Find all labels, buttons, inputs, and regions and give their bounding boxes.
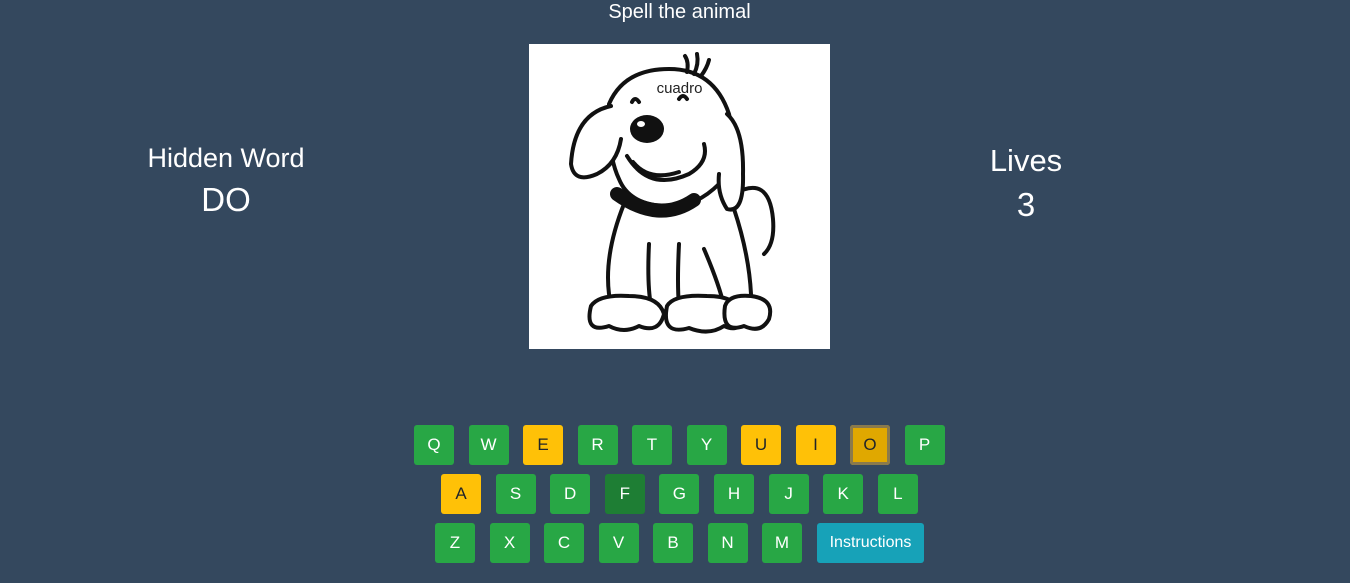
key-i[interactable]: I <box>795 425 836 465</box>
lives-label: Lives <box>989 143 1063 178</box>
key-r[interactable]: R <box>577 425 618 465</box>
lives-panel: Lives 3 <box>926 143 1126 225</box>
key-c[interactable]: C <box>544 523 584 563</box>
key-t[interactable]: T <box>632 425 672 465</box>
key-o[interactable]: O <box>850 425 890 465</box>
key-z[interactable]: Z <box>435 523 475 563</box>
key-n[interactable]: N <box>707 523 748 563</box>
key-l[interactable]: L <box>877 474 918 514</box>
key-m[interactable]: M <box>762 523 802 563</box>
keyboard-row-3: Instructions ZXCVBNM <box>435 523 924 563</box>
key-w[interactable]: W <box>468 425 509 465</box>
key-f[interactable]: F <box>604 474 645 514</box>
key-s[interactable]: S <box>495 474 536 514</box>
keyboard-row-2: ASDFGHJKL <box>441 474 919 514</box>
game-title: Spell the animal <box>608 1 751 23</box>
key-p[interactable]: P <box>904 425 945 465</box>
game-page: Spell the animal Hidden Word DO cuadro L… <box>0 0 1350 583</box>
key-k[interactable]: K <box>823 474 864 514</box>
key-e[interactable]: E <box>523 425 563 465</box>
key-q[interactable]: Q <box>414 425 454 465</box>
key-v[interactable]: V <box>598 523 639 563</box>
hidden-word-panel: Hidden Word DO <box>126 142 326 220</box>
instructions-button[interactable]: Instructions <box>817 523 924 563</box>
key-y[interactable]: Y <box>686 425 727 465</box>
key-a[interactable]: A <box>441 474 481 514</box>
key-b[interactable]: B <box>653 523 693 563</box>
key-d[interactable]: D <box>550 474 591 514</box>
key-g[interactable]: G <box>659 474 700 514</box>
keyboard-row-1: QWERTYUIOP <box>414 425 946 465</box>
key-u[interactable]: U <box>741 425 781 465</box>
animal-picture: cuadro <box>529 44 830 349</box>
key-j[interactable]: J <box>768 474 809 514</box>
key-x[interactable]: X <box>489 523 530 563</box>
hidden-word-value: DO <box>201 181 251 218</box>
picture-caption: cuadro <box>656 80 703 97</box>
lives-value: 3 <box>1016 186 1036 223</box>
key-h[interactable]: H <box>714 474 754 514</box>
hidden-word-label: Hidden Word <box>147 143 305 173</box>
